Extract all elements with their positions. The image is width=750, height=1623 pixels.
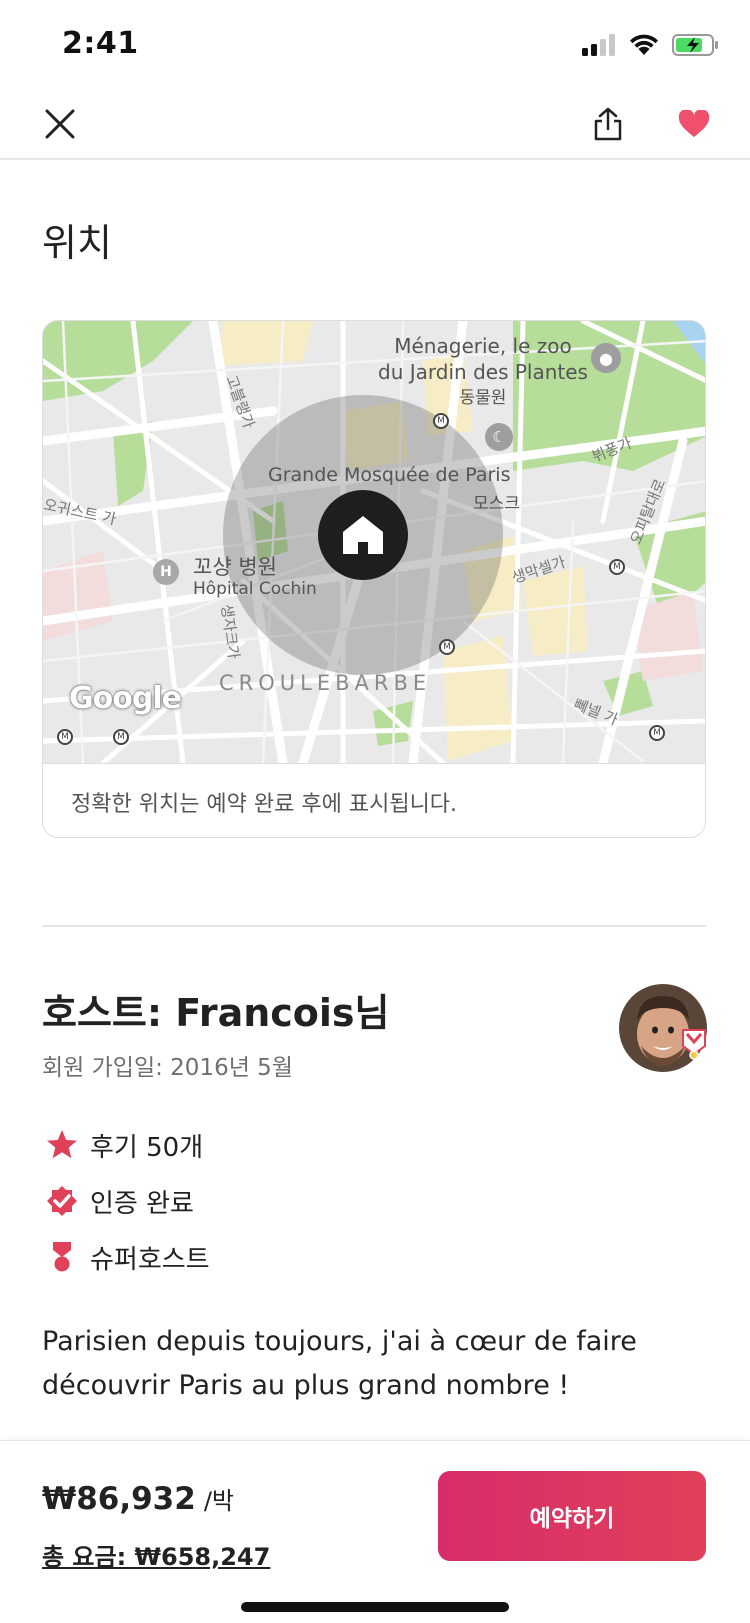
map-label-menagerie: Ménagerie, le zoo du Jardin des Plantes …	[378, 334, 588, 408]
star-icon	[44, 1127, 80, 1163]
per-night-label: /박	[203, 1487, 234, 1515]
hospital-pin-icon: H	[153, 559, 179, 585]
share-icon	[594, 107, 622, 141]
close-button[interactable]	[32, 96, 88, 152]
booking-footer: ₩86,932/박 총 요금: ₩658,247 예약하기	[0, 1440, 750, 1623]
battery-icon	[672, 34, 718, 56]
location-map-card[interactable]: Ménagerie, le zoo du Jardin des Plantes …	[42, 320, 706, 838]
cellular-signal-icon	[582, 34, 615, 56]
share-button[interactable]	[580, 96, 636, 152]
metro-station-icon: M	[113, 729, 129, 745]
host-name: 호스트: Francois님	[42, 991, 390, 1035]
nightly-price: ₩86,932/박	[42, 1481, 234, 1517]
zoo-pin-icon: ●	[591, 343, 621, 373]
status-bar: 2:41	[0, 0, 750, 88]
mosque-pin-icon: ☾	[485, 423, 513, 451]
reserve-button[interactable]: 예약하기	[438, 1471, 706, 1561]
host-joined-date: 회원 가입일: 2016년 5월	[42, 1055, 293, 1081]
top-nav-bar	[0, 88, 750, 160]
location-section-title: 위치	[42, 221, 112, 265]
google-logo: Google	[69, 681, 182, 716]
host-stat-superhost: 슈퍼호스트	[44, 1237, 210, 1277]
map-label-hospital: Hôpital Cochin	[193, 579, 317, 599]
metro-station-icon: M	[433, 413, 449, 429]
host-bio: Parisien depuis toujours, j'ai à cœur de…	[42, 1326, 637, 1401]
map-label-hospital-kr: 꼬샹 병원	[193, 555, 277, 579]
verified-icon	[44, 1183, 80, 1219]
map-location-note: 정확한 위치는 예약 완료 후에 표시됩니다.	[43, 763, 705, 837]
metro-station-icon: M	[649, 725, 665, 741]
map-label-mosque-kr: 모스크	[473, 494, 520, 514]
location-map[interactable]: Ménagerie, le zoo du Jardin des Plantes …	[43, 321, 705, 763]
map-label-district: CROULEBARBE	[219, 671, 432, 695]
heart-icon	[678, 110, 710, 137]
home-icon	[343, 516, 383, 554]
superhost-icon	[44, 1239, 80, 1275]
metro-station-icon: M	[439, 639, 455, 655]
metro-station-icon: M	[609, 559, 625, 575]
superhost-badge-icon	[681, 1028, 707, 1060]
host-stat-reviews: 후기 50개	[44, 1125, 203, 1165]
section-divider	[42, 925, 706, 927]
host-stat-verified: 인증 완료	[44, 1181, 194, 1221]
home-indicator[interactable]	[241, 1602, 509, 1612]
wifi-icon	[630, 34, 658, 55]
metro-station-icon: M	[57, 729, 73, 745]
map-label-mosque: Grande Mosquée de Paris	[268, 464, 511, 486]
home-location-marker	[318, 490, 408, 580]
status-icons	[582, 30, 720, 60]
price-value: ₩86,932	[42, 1481, 196, 1517]
close-icon	[45, 109, 75, 139]
status-time: 2:41	[62, 26, 139, 61]
total-price-link[interactable]: 총 요금: ₩658,247	[42, 1537, 270, 1572]
save-wishlist-button[interactable]	[666, 96, 722, 152]
